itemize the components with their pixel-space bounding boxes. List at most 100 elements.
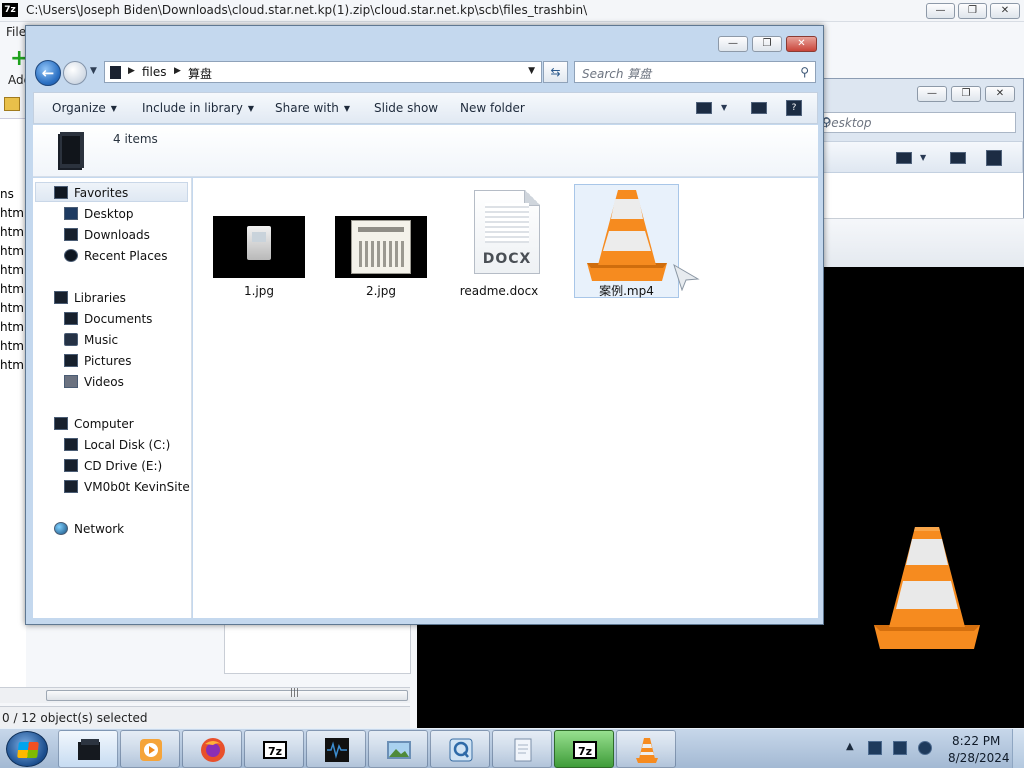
include-in-library-button[interactable]: Include in library ▼ <box>142 101 254 115</box>
sevenzip-app-icon: 7z <box>2 3 18 17</box>
organize-button[interactable]: Organize ▼ <box>52 101 117 115</box>
help-icon[interactable] <box>986 150 1002 166</box>
taskbar-vlc-media-player[interactable] <box>120 730 180 768</box>
list-item[interactable]: html <box>0 320 26 334</box>
nav-computer[interactable]: Computer <box>54 417 134 431</box>
address-bar[interactable]: ▶ files ▶ 算盘 ▼ <box>104 61 542 83</box>
chevron-down-icon[interactable]: ▼ <box>920 153 926 162</box>
breadcrumb-arrow-icon[interactable]: ▶ <box>174 66 181 76</box>
clock-date[interactable]: 8/28/2024 <box>948 751 1010 765</box>
change-view-icon[interactable] <box>896 152 912 164</box>
close-button[interactable]: ✕ <box>985 86 1015 102</box>
new-folder-button[interactable]: New folder <box>460 101 525 115</box>
taskbar-notepad[interactable] <box>492 730 552 768</box>
nav-cd-drive[interactable]: CD Drive (E:) <box>64 459 162 473</box>
desktop-icon <box>64 207 78 220</box>
sevenzip-title: C:\Users\Joseph Biden\Downloads\cloud.st… <box>26 3 588 17</box>
scrollbar-thumb[interactable] <box>46 690 408 701</box>
list-item[interactable]: html <box>0 358 26 372</box>
taskbar-explorer[interactable] <box>58 730 118 768</box>
maximize-button[interactable]: ❐ <box>752 36 782 52</box>
nav-libraries[interactable]: Libraries <box>54 291 126 305</box>
nav-recent-places[interactable]: Recent Places <box>64 249 167 263</box>
list-item[interactable]: html <box>0 339 26 353</box>
minimize-button[interactable]: — <box>718 36 748 52</box>
clock-time[interactable]: 8:22 PM <box>952 734 1000 748</box>
start-button[interactable] <box>6 731 48 767</box>
file-item[interactable]: DOCX readme.docx <box>449 190 549 304</box>
maximize-button[interactable]: ❐ <box>958 3 987 19</box>
file-name: 1.jpg <box>243 284 275 298</box>
search-input[interactable]: Search 算盘 ⚲ <box>574 61 816 83</box>
nav-videos[interactable]: Videos <box>64 375 124 389</box>
show-desktop-button[interactable] <box>1012 729 1024 768</box>
sevenzip-titlebar[interactable]: 7z C:\Users\Joseph Biden\Downloads\cloud… <box>0 0 1024 22</box>
show-hidden-icons-button[interactable]: ▲ <box>846 741 854 752</box>
list-item[interactable]: html <box>0 206 26 220</box>
docx-file-icon: DOCX <box>474 190 540 274</box>
search-placeholder: Search 算盘 <box>582 67 652 81</box>
navigation-pane: Favorites Desktop Downloads Recent Place… <box>33 178 192 618</box>
file-item[interactable]: 2.jpg <box>331 216 431 300</box>
help-icon[interactable]: ? <box>786 100 802 116</box>
file-list-pane[interactable]: 1.jpg 2.jpg DOCX readme.docx 案例.mp4 <box>193 178 818 618</box>
close-button[interactable]: ✕ <box>990 3 1020 19</box>
action-center-icon[interactable] <box>868 741 882 755</box>
preview-pane-icon[interactable] <box>950 152 966 164</box>
share-with-button[interactable]: Share with ▼ <box>275 101 350 115</box>
back-button[interactable]: ← <box>35 60 61 86</box>
change-view-icon[interactable] <box>696 102 712 114</box>
command-bar: Organize ▼ Include in library ▼ Share with… <box>33 92 818 124</box>
nav-pictures[interactable]: Pictures <box>64 354 132 368</box>
close-button[interactable]: ✕ <box>786 36 817 52</box>
taskbar-photo-viewer[interactable] <box>368 730 428 768</box>
nav-documents[interactable]: Documents <box>64 312 152 326</box>
taskbar-media-app[interactable] <box>306 730 366 768</box>
nav-local-disk[interactable]: Local Disk (C:) <box>64 438 170 452</box>
up-folder-icon[interactable] <box>4 97 20 111</box>
list-item[interactable]: ns <box>0 187 26 201</box>
nav-network[interactable]: Network <box>54 522 124 536</box>
chevron-down-icon: ▼ <box>343 104 351 113</box>
list-item[interactable]: html <box>0 282 26 296</box>
minimize-button[interactable]: — <box>926 3 955 19</box>
preview-pane-icon[interactable] <box>751 102 767 114</box>
slide-show-button[interactable]: Slide show <box>374 101 438 115</box>
file-item[interactable]: 1.jpg <box>209 216 309 300</box>
nav-network-drive[interactable]: VM0b0t KevinSite <box>64 480 190 494</box>
network-status-icon[interactable] <box>893 741 907 755</box>
list-item[interactable]: html <box>0 244 26 258</box>
search-input[interactable]: Desktop ⚲ <box>815 112 1016 133</box>
recent-pages-dropdown[interactable]: ▼ <box>90 66 97 76</box>
breadcrumb-arrow-icon[interactable]: ▶ <box>128 66 135 76</box>
audio-editor-icon <box>325 738 349 762</box>
cd-drive-icon <box>64 459 78 472</box>
forward-button[interactable] <box>63 61 87 85</box>
list-item[interactable]: html <box>0 263 26 277</box>
list-item[interactable]: html <box>0 301 26 315</box>
nav-favorites[interactable]: Favorites <box>54 186 128 200</box>
list-item[interactable]: html <box>0 225 26 239</box>
computer-icon <box>54 417 68 430</box>
taskbar-firefox[interactable] <box>182 730 242 768</box>
horizontal-scrollbar[interactable]: ||| <box>0 687 410 703</box>
refresh-button[interactable]: ⇆ <box>543 61 568 83</box>
sevenzip-file-list[interactable]: ns html html html html html html html ht… <box>0 118 26 688</box>
breadcrumb-item[interactable]: 算盘 <box>188 65 212 82</box>
taskbar-7zip-active[interactable]: 7z <box>554 730 614 768</box>
taskbar-7zip[interactable]: 7z <box>244 730 304 768</box>
address-dropdown-icon[interactable]: ▼ <box>528 66 535 76</box>
maximize-button[interactable]: ❐ <box>951 86 981 102</box>
taskbar-vlc[interactable] <box>616 730 676 768</box>
chevron-down-icon[interactable]: ▼ <box>721 103 727 112</box>
sevenzip-toolbar: + Add <box>0 44 31 92</box>
nav-desktop[interactable]: Desktop <box>64 207 134 221</box>
volume-icon[interactable] <box>918 741 932 755</box>
breadcrumb-item[interactable]: files <box>142 65 167 79</box>
svg-text:7z: 7z <box>578 745 592 758</box>
minimize-button[interactable]: — <box>917 86 947 102</box>
file-item-selected[interactable]: 案例.mp4 <box>574 184 679 298</box>
nav-downloads[interactable]: Downloads <box>64 228 150 242</box>
taskbar-quicktime[interactable] <box>430 730 490 768</box>
nav-music[interactable]: Music <box>64 333 118 347</box>
